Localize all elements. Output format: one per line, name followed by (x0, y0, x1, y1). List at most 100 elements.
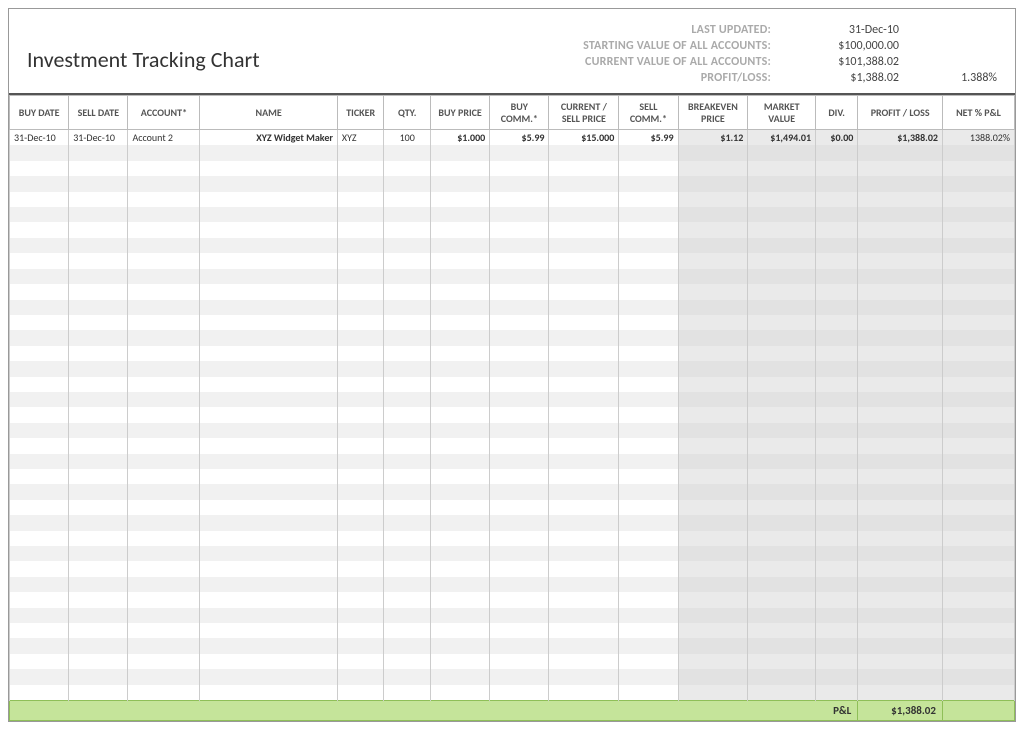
cell-sell-date[interactable]: 31-Dec-10 (69, 130, 128, 146)
cell-profit-loss (858, 330, 943, 345)
col-profit-loss[interactable]: PROFIT / LOSS (858, 96, 943, 130)
col-net-pct[interactable]: NET % P&L (942, 96, 1014, 130)
cell-qty (384, 300, 431, 315)
cell-buy-comm (490, 377, 549, 392)
cell-qty[interactable]: 100 (384, 130, 431, 146)
cell-div (816, 484, 858, 499)
cell-name[interactable]: XYZ Widget Maker (200, 130, 338, 146)
col-breakeven[interactable]: BREAKEVEN PRICE (678, 96, 748, 130)
cell-account (128, 192, 200, 207)
cell-div (816, 469, 858, 484)
cell-sell-comm (619, 346, 678, 361)
cell-buy-comm (490, 608, 549, 623)
cell-buy-date (10, 531, 69, 546)
cell-net-pct (942, 623, 1014, 638)
table-row[interactable]: 31-Dec-1031-Dec-10Account 2XYZ Widget Ma… (10, 130, 1015, 146)
cell-profit-loss (858, 638, 943, 653)
cell-buy-comm (490, 407, 549, 422)
table-row (10, 438, 1015, 453)
cell-buy-price (431, 638, 490, 653)
cell-market-value (748, 315, 816, 330)
cell-profit-loss (858, 500, 943, 515)
cell-sell-comm (619, 407, 678, 422)
col-buy-date[interactable]: BUY DATE (10, 96, 69, 130)
table-row (10, 423, 1015, 438)
col-buy-price[interactable]: BUY PRICE (431, 96, 490, 130)
cell-buy-comm (490, 438, 549, 453)
col-qty[interactable]: QTY. (384, 96, 431, 130)
cell-buy-price[interactable]: $1.000 (431, 130, 490, 146)
table-row (10, 176, 1015, 191)
cell-name (200, 192, 338, 207)
cell-sell-price (549, 377, 619, 392)
cell-sell-price (549, 392, 619, 407)
col-account[interactable]: ACCOUNT* (128, 96, 200, 130)
cell-net-pct (942, 484, 1014, 499)
col-market-value[interactable]: MARKET VALUE (748, 96, 816, 130)
cell-buy-date (10, 361, 69, 376)
cell-sell-price (549, 300, 619, 315)
current-value: $101,388.02 (789, 55, 899, 69)
cell-sell-comm (619, 469, 678, 484)
col-div[interactable]: DIV. (816, 96, 858, 130)
col-ticker[interactable]: TICKER (337, 96, 384, 130)
cell-breakeven (678, 423, 748, 438)
cell-sell-date (69, 346, 128, 361)
cell-buy-date (10, 377, 69, 392)
cell-sell-comm (619, 315, 678, 330)
cell-market-value (748, 300, 816, 315)
cell-sell-comm[interactable]: $5.99 (619, 130, 678, 146)
col-name[interactable]: NAME (200, 96, 338, 130)
cell-sell-price[interactable]: $15.000 (549, 130, 619, 146)
cell-buy-comm (490, 330, 549, 345)
cell-breakeven (678, 284, 748, 299)
cell-buy-date[interactable]: 31-Dec-10 (10, 130, 69, 146)
cell-ticker (337, 346, 384, 361)
cell-buy-price (431, 561, 490, 576)
cell-buy-date (10, 454, 69, 469)
cell-ticker (337, 300, 384, 315)
cell-buy-comm (490, 423, 549, 438)
cell-sell-comm (619, 377, 678, 392)
col-sell-price[interactable]: CURRENT / SELL PRICE (549, 96, 619, 130)
cell-div (816, 161, 858, 176)
cell-buy-date (10, 284, 69, 299)
cell-buy-price (431, 392, 490, 407)
col-sell-comm[interactable]: SELL COMM.* (619, 96, 678, 130)
cell-net-pct (942, 300, 1014, 315)
cell-buy-date (10, 192, 69, 207)
cell-buy-date (10, 300, 69, 315)
cell-buy-price (431, 222, 490, 237)
cell-ticker[interactable]: XYZ (337, 130, 384, 146)
cell-breakeven (678, 469, 748, 484)
cell-profit-loss[interactable]: $1,388.02 (858, 130, 943, 146)
cell-sell-date (69, 531, 128, 546)
col-buy-comm[interactable]: BUY COMM.* (490, 96, 549, 130)
cell-buy-comm[interactable]: $5.99 (490, 130, 549, 146)
cell-qty (384, 161, 431, 176)
cell-market-value (748, 484, 816, 499)
cell-breakeven[interactable]: $1.12 (678, 130, 748, 146)
cell-market-value (748, 207, 816, 222)
cell-div (816, 623, 858, 638)
cell-qty (384, 377, 431, 392)
cell-net-pct (942, 577, 1014, 592)
cell-net-pct[interactable]: 1388.02% (942, 130, 1014, 146)
cell-market-value (748, 253, 816, 268)
cell-ticker (337, 577, 384, 592)
cell-buy-date (10, 654, 69, 669)
col-sell-date[interactable]: SELL DATE (69, 96, 128, 130)
cell-market-value (748, 685, 816, 701)
cell-profit-loss (858, 253, 943, 268)
cell-sell-date (69, 392, 128, 407)
cell-ticker (337, 407, 384, 422)
cell-sell-date (69, 330, 128, 345)
cell-div[interactable]: $0.00 (816, 130, 858, 146)
cell-name (200, 377, 338, 392)
cell-sell-price (549, 207, 619, 222)
cell-div (816, 176, 858, 191)
cell-market-value[interactable]: $1,494.01 (748, 130, 816, 146)
cell-qty (384, 222, 431, 237)
cell-account[interactable]: Account 2 (128, 130, 200, 146)
table-row (10, 330, 1015, 345)
